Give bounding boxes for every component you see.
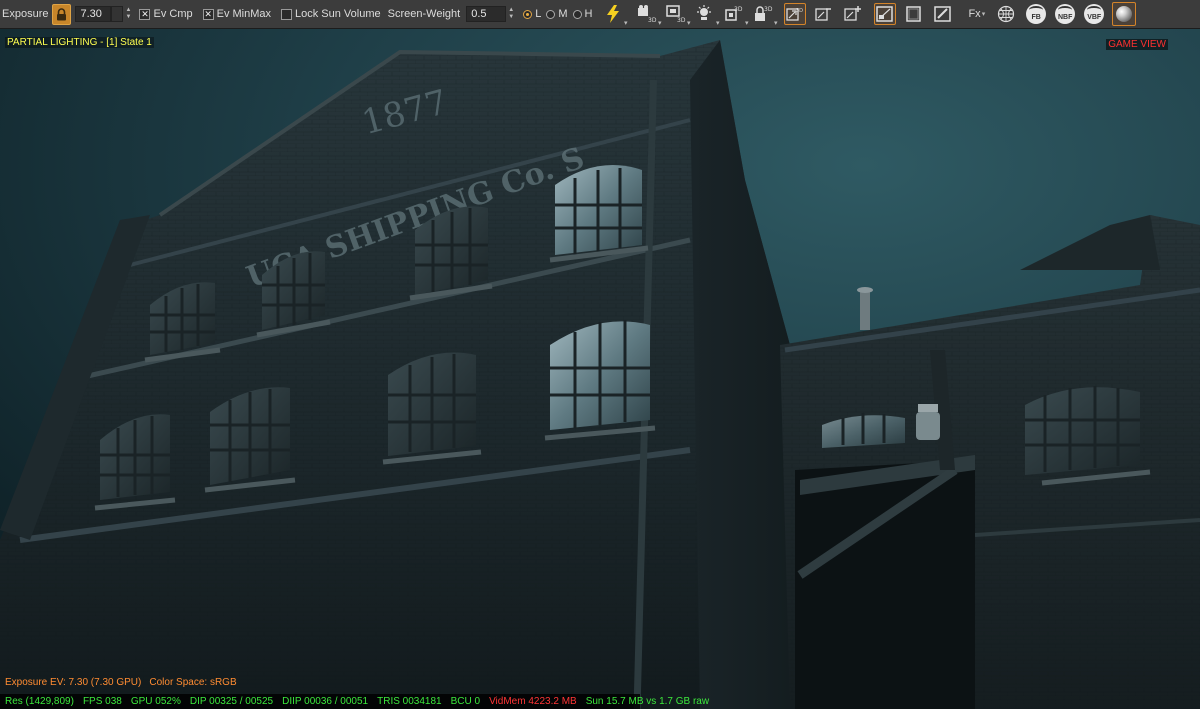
object-3d-icon: 3D [725,6,743,21]
select-plus-icon [844,6,862,21]
quality-radio-h[interactable]: H [572,8,593,20]
svg-text:3D: 3D [734,6,743,13]
radio-m-label: M [558,8,568,20]
object-3d-button[interactable]: 3D ▾ [723,3,748,27]
quality-radio-l[interactable]: L [523,8,541,20]
lock-3d-icon: 3D [755,6,773,21]
chimney-pipe [860,290,870,330]
quality-radio-m[interactable]: M [546,8,568,20]
lock-sun-volume-checkbox[interactable]: Lock Sun Volume [281,8,381,20]
stat-dip: DIP 00325 / 00525 [189,696,274,707]
edit-button[interactable] [932,3,954,25]
ev-cmp-label: Ev Cmp [153,8,193,20]
radio-h-dot[interactable] [572,9,582,19]
ev-minmax-checkbox[interactable]: ✕ Ev MinMax [202,8,272,20]
radio-l-label: L [535,8,542,20]
light-bulb-icon [697,5,712,20]
stats-bar: Res (1429,809) FPS 038 GPU 052% DIP 0032… [0,694,709,709]
frame-button[interactable] [903,3,925,25]
stat-vidmem: VidMem 4223.2 MB [489,696,577,707]
frame-icon [906,6,922,22]
exposure-ev-text: Exposure EV: 7.30 (7.30 GPU) [5,677,142,688]
nbf-label: NBF [1058,13,1073,21]
vbf-button[interactable]: VBF [1084,4,1105,24]
exposure-input[interactable]: 7.30 [75,6,112,22]
exposure-lock-button[interactable] [52,3,72,25]
screen-weight-label: Screen-Weight [387,8,461,20]
svg-text:3D: 3D [677,17,686,23]
screen-weight-value: 0.5 [471,8,487,20]
lock-icon [57,7,67,20]
lighting-mode-label: PARTIAL LIGHTING - [1] State 1 [5,37,154,48]
exposure-spinner[interactable]: ▲ ▼ [125,5,134,23]
view-3d-icon: 3D [666,5,686,23]
vbf-label: VBF [1087,13,1102,21]
lock-sun-volume-check[interactable] [281,8,293,20]
lightning-button[interactable]: ▾ [602,3,627,27]
radio-m-dot[interactable] [546,9,556,19]
svg-text:3D: 3D [764,6,773,13]
select-3d-icon: 3D [786,8,804,21]
game-view-label: GAME VIEW [1106,39,1168,50]
select-minus-button[interactable] [813,3,835,25]
ev-cmp-checkbox[interactable]: ✕ Ev Cmp [139,8,193,20]
3d-viewport[interactable]: 1877 UCA SHIPPING Co. S PARTIAL LIGHTING… [0,29,1200,709]
wireframe-globe-icon [998,5,1015,23]
camera-3d-button[interactable]: 3D ▾ [636,3,661,27]
stat-sun: Sun 15.7 MB vs 1.7 GB raw [585,696,710,707]
color-space-text: Color Space: sRGB [149,677,237,688]
fb-label: FB [1031,13,1041,21]
lock-sun-volume-label: Lock Sun Volume [295,8,381,20]
fb-button[interactable]: FB [1026,4,1047,24]
radio-l-dot[interactable] [523,9,533,19]
fx-button[interactable]: Fx ▾ [968,3,985,25]
lightning-icon [607,5,620,23]
exposure-readout: Exposure EV: 7.30 (7.30 GPU) Color Space:… [5,677,245,688]
lock-3d-button[interactable]: 3D ▾ [752,3,777,27]
camera-3d-icon: 3D [638,5,657,23]
nbf-button[interactable]: NBF [1055,4,1076,24]
stat-fps: FPS 038 [82,696,122,707]
lantern [916,412,940,440]
edit-icon [934,6,952,22]
select-minus-icon [815,8,832,21]
view-3d-button[interactable]: 3D ▾ [665,3,690,27]
ev-minmax-label: Ev MinMax [216,8,272,20]
select-3d-button[interactable]: 3D [784,3,807,25]
select-plus-button[interactable] [842,3,864,25]
stat-bcu: BCU 0 [450,696,481,707]
loading-bay [795,460,975,709]
stat-res: Res (1429,809) [5,696,74,707]
sphere-icon [1116,6,1133,22]
scene-render: 1877 UCA SHIPPING Co. S [0,29,1200,709]
display-mode-icon [876,6,894,22]
screen-weight-input[interactable]: 0.5 [466,6,507,22]
stat-tris: TRIS 0034181 [377,696,442,707]
svg-text:3D: 3D [648,17,657,23]
svg-text:3D: 3D [796,8,803,14]
ev-cmp-check[interactable]: ✕ [139,8,151,20]
exposure-spacer [111,6,124,22]
exposure-value: 7.30 [80,8,102,20]
display-mode-button[interactable] [874,3,897,25]
fx-dropdown-icon: ▾ [981,11,986,18]
ev-minmax-check[interactable]: ✕ [202,8,214,20]
radio-h-label: H [584,8,593,20]
stat-gpu: GPU 052% [130,696,181,707]
stat-diip: DIIP 00036 / 00051 [282,696,369,707]
exposure-label: Exposure [2,8,49,20]
light-bulb-button[interactable]: ▾ [694,3,719,27]
wireframe-button[interactable] [995,3,1017,25]
material-sphere-button[interactable] [1112,2,1137,26]
viewport-toolbar: Exposure 7.30 ▲ ▼ ✕ Ev Cmp ✕ Ev MinMax Lo… [0,0,1200,29]
screen-weight-spinner[interactable]: ▲ ▼ [508,5,517,23]
fx-label: Fx [968,8,981,20]
